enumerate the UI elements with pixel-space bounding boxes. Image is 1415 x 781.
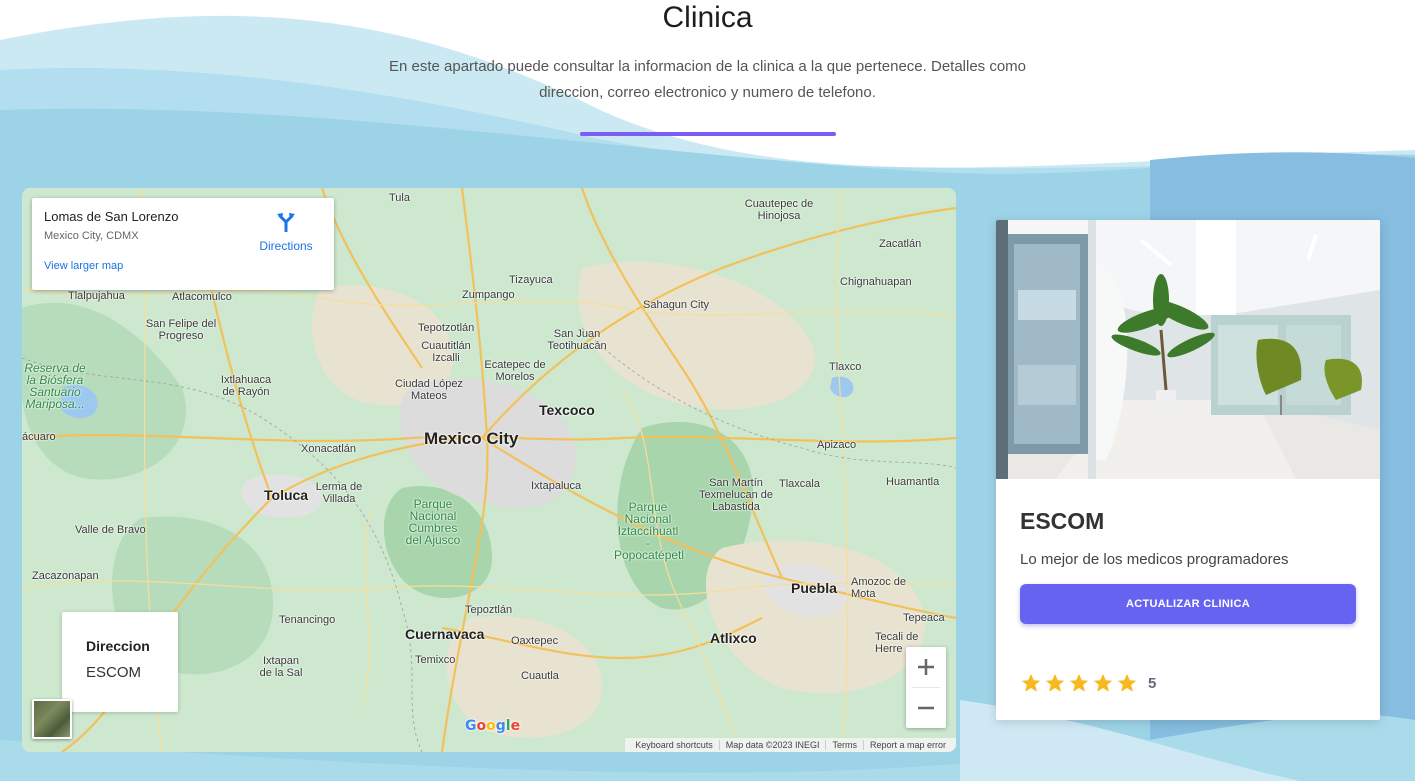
map-label-tlalpujahua: Tlalpujahua	[68, 290, 125, 302]
map-label-zacatlan: Zacatlán	[879, 238, 922, 250]
map-label-huamantla: Huamantla	[886, 476, 940, 488]
map-label-sahagun: Sahagun City	[643, 299, 710, 311]
map-label-ciudad-lopez: Ciudad López Mateos	[395, 378, 463, 402]
map-label-texcoco: Texcoco	[539, 402, 595, 418]
clinic-photo	[996, 220, 1380, 479]
map-label-ecatepec: Ecatepec de Morelos	[484, 359, 546, 383]
clinic-name: ESCOM	[1020, 508, 1105, 534]
page-subtitle: En este apartado puede consultar la info…	[388, 58, 1027, 101]
address-label: Direccion	[86, 638, 150, 654]
map-label-mexico-city: Mexico City	[424, 429, 519, 448]
rating-value: 5	[1148, 674, 1157, 692]
map-attribution-bar: Keyboard shortcuts Map data ©2023 INEGI …	[625, 738, 956, 752]
map-label-ixtapaluca: Ixtapaluca	[531, 480, 582, 492]
embedded-map[interactable]: Mexico City Toluca Texcoco Puebla Cuerna…	[22, 188, 956, 752]
map-label-ixtapan: Ixtapan de la Sal	[259, 655, 303, 679]
section-header: Clinica En este apartado puede consultar…	[0, 0, 1415, 136]
map-label-acuaro: ácuaro	[22, 431, 56, 443]
clinic-rating: 5	[1020, 672, 1156, 694]
map-label-lerma: Lerma de Villada	[315, 481, 363, 505]
map-label-tepotzotlan: Tepotzotlán	[418, 322, 475, 334]
map-label-atlacomulco: Atlacomulco	[172, 291, 232, 303]
map-label-apizaco: Apizaco	[817, 439, 857, 451]
map-label-valle-bravo: Valle de Bravo	[75, 524, 146, 536]
address-value: ESCOM	[86, 664, 142, 681]
directions-icon	[277, 213, 295, 233]
map-place-card: Lomas de San Lorenzo Mexico City, CDMX V…	[32, 198, 334, 290]
map-label-san-martin: San Martín Texmelucan de Labastida	[699, 477, 773, 513]
terms-link[interactable]: Terms	[825, 740, 863, 750]
directions-label: Directions	[259, 239, 313, 253]
zoom-in-button[interactable]	[906, 647, 946, 687]
minus-icon	[918, 706, 934, 710]
map-label-toluca: Toluca	[264, 487, 309, 503]
star-icon	[1117, 673, 1137, 692]
map-label-san-felipe: San Felipe del Progreso	[145, 318, 217, 342]
star-icon	[1021, 673, 1041, 692]
map-label-tlaxco: Tlaxco	[829, 361, 862, 373]
map-label-san-juan: San Juan Teotihuacán	[547, 328, 607, 352]
map-label-biosfera: Reserva de la Biósfera Santuario Maripos…	[24, 361, 86, 411]
map-label-zacazonapan: Zacazonapan	[32, 570, 99, 582]
map-label-atlixco: Atlixco	[710, 630, 757, 646]
plus-icon	[918, 659, 934, 675]
map-label-tepoztlan: Tepoztlán	[465, 604, 513, 616]
map-data-label: Map data ©2023 INEGI	[718, 740, 826, 750]
page-title: Clinica	[662, 1, 753, 34]
title-underline	[579, 132, 836, 136]
map-label-cuernavaca: Cuernavaca	[405, 626, 485, 642]
star-icon	[1093, 673, 1113, 692]
map-label-tenancingo: Tenancingo	[279, 614, 336, 626]
keyboard-shortcuts-link[interactable]: Keyboard shortcuts	[629, 740, 719, 750]
map-label-tepeaca: Tepeaca	[903, 612, 945, 624]
zoom-out-button[interactable]	[906, 688, 946, 728]
map-label-cuautepec: Cuautepec de Hinojosa	[744, 198, 814, 222]
update-clinic-button[interactable]: ACTUALIZAR CLINICA	[1020, 584, 1356, 624]
map-label-amozoc: Amozoc de Mota	[851, 576, 907, 600]
map-label-puebla: Puebla	[791, 580, 837, 596]
map-label-pn-izta: Parque Nacional Iztaccíhuatl - Popocatép…	[614, 500, 685, 562]
map-label-zumpango: Zumpango	[462, 289, 515, 301]
map-label-tula: Tula	[389, 192, 410, 204]
map-label-oaxtepec: Oaxtepec	[511, 635, 559, 647]
map-label-ixtlahuaca: Ixtlahuaca de Rayón	[220, 374, 272, 398]
star-icon	[1045, 673, 1065, 692]
clinic-card: ESCOM Lo mejor de los medicos programado…	[996, 220, 1380, 720]
map-label-pn-cumbres: Parque Nacional Cumbres del Ajusco	[405, 497, 461, 547]
zoom-controls	[906, 647, 946, 728]
map-label-chignahuapan: Chignahuapan	[840, 276, 912, 288]
map-label-xonacatlan: Xonacatlán	[301, 443, 357, 455]
map-label-tlaxcala: Tlaxcala	[779, 478, 820, 490]
star-icon	[1069, 673, 1089, 692]
directions-button[interactable]: Directions	[256, 210, 316, 253]
google-logo: Google	[465, 718, 521, 734]
map-label-temixco: Temixco	[415, 654, 456, 666]
map-label-cuautla: Cuautla	[521, 670, 559, 682]
satellite-toggle[interactable]	[32, 699, 72, 739]
view-larger-map-link[interactable]: View larger map	[44, 260, 322, 272]
address-card: Direccion ESCOM	[62, 612, 178, 712]
map-label-tizayuca: Tizayuca	[509, 274, 553, 286]
map-label-cuautitlan: Cuautitlán Izcalli	[421, 340, 471, 364]
report-error-link[interactable]: Report a map error	[862, 740, 952, 750]
clinic-description: Lo mejor de los medicos programadores	[1020, 551, 1289, 568]
